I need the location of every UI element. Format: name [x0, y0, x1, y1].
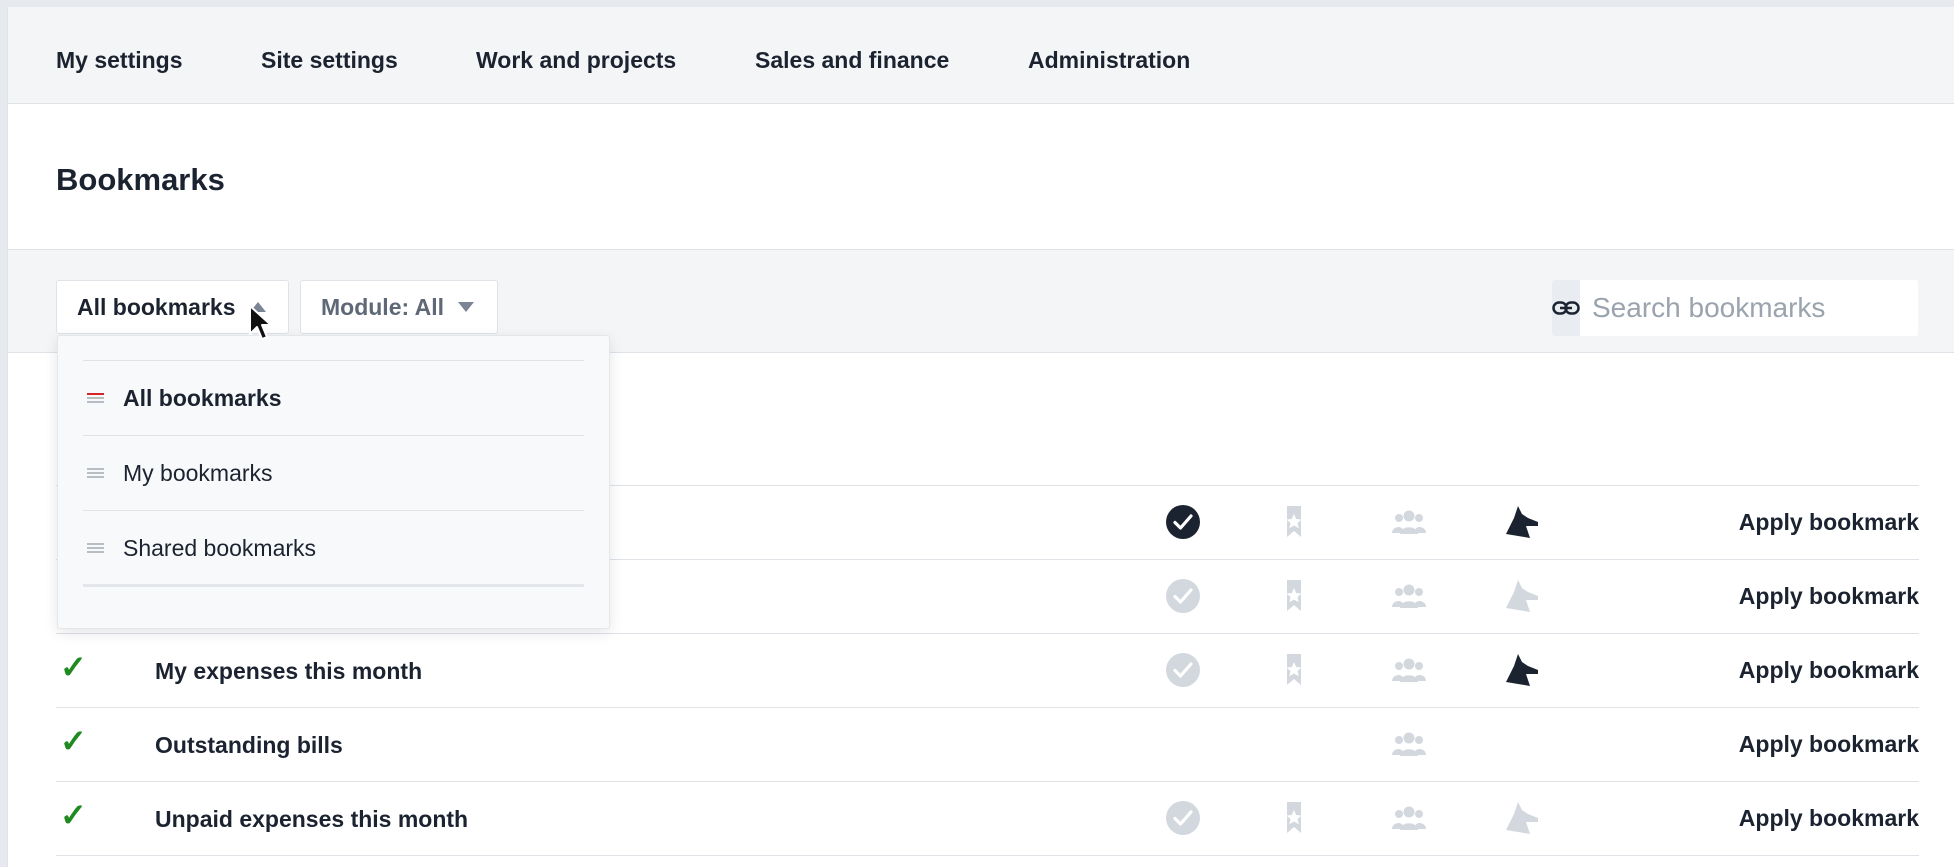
bookmark-name[interactable]: Unpaid expenses this month: [155, 806, 468, 833]
apply-bookmark-button[interactable]: Apply bookmark: [1739, 805, 1919, 832]
bookmark-star-icon[interactable]: [1276, 504, 1312, 540]
group-icon[interactable]: [1391, 652, 1427, 688]
bookmark-star-icon[interactable]: [1276, 800, 1312, 836]
nav-item-sales-and-finance[interactable]: Sales and finance: [755, 47, 949, 74]
nav-item-site-settings[interactable]: Site settings: [261, 47, 398, 74]
list-icon: [87, 466, 104, 480]
group-icon[interactable]: [1391, 578, 1427, 614]
check-circle-icon[interactable]: [1165, 504, 1201, 540]
apply-bookmark-button[interactable]: Apply bookmark: [1739, 657, 1919, 684]
check-mark-icon: ✓: [60, 797, 87, 833]
page-title: Bookmarks: [56, 162, 225, 197]
table-row: ✓ Outstanding bills Apply bookmark: [56, 707, 1919, 781]
nav-item-administration[interactable]: Administration: [1028, 47, 1190, 74]
bookmark-star-icon[interactable]: [1276, 578, 1312, 614]
table-row: ✓ Unpaid expenses this month Apply bookm…: [56, 781, 1919, 856]
apply-bookmark-button[interactable]: Apply bookmark: [1739, 583, 1919, 610]
check-circle-icon[interactable]: [1165, 578, 1201, 614]
caret-down-icon: [458, 302, 475, 312]
check-mark-icon: ✓: [60, 649, 87, 685]
nav-item-my-settings[interactable]: My settings: [56, 47, 183, 74]
group-icon[interactable]: [1391, 504, 1427, 540]
group-icon[interactable]: [1391, 726, 1427, 762]
link-button[interactable]: [1552, 280, 1580, 336]
bookmark-name[interactable]: My expenses this month: [155, 658, 422, 685]
dog-icon[interactable]: [1504, 504, 1540, 540]
bookmark-filter-label: All bookmarks: [77, 293, 236, 320]
apply-bookmark-button[interactable]: Apply bookmark: [1739, 509, 1919, 536]
search-input[interactable]: [1580, 280, 1918, 336]
dropdown-option-label: My bookmarks: [123, 459, 273, 486]
group-icon[interactable]: [1391, 800, 1427, 836]
dog-icon[interactable]: [1504, 800, 1540, 836]
module-filter-button[interactable]: Module: All: [300, 280, 498, 334]
top-navigation: My settings Site settings Work and proje…: [8, 7, 1954, 104]
bookmark-filter-dropdown: All bookmarks My bookmarks Shared bookma…: [57, 335, 610, 629]
mouse-pointer-icon: [249, 305, 272, 340]
module-filter-label: Module: All: [321, 293, 445, 320]
list-selected-icon: [87, 391, 104, 405]
bookmark-name[interactable]: Outstanding bills: [155, 732, 343, 759]
dropdown-divider: [83, 584, 584, 587]
dog-icon[interactable]: [1504, 652, 1540, 688]
apply-bookmark-button[interactable]: Apply bookmark: [1739, 731, 1919, 758]
dog-icon[interactable]: [1504, 578, 1540, 614]
check-circle-icon[interactable]: [1165, 800, 1201, 836]
nav-item-work-and-projects[interactable]: Work and projects: [476, 47, 676, 74]
dropdown-option-shared-bookmarks[interactable]: Shared bookmarks: [83, 511, 584, 585]
dropdown-option-all-bookmarks[interactable]: All bookmarks: [83, 361, 584, 435]
app-frame: My settings Site settings Work and proje…: [7, 7, 1954, 867]
table-row: ✓ My expenses this month Apply bookmark: [56, 633, 1919, 707]
list-icon: [87, 541, 104, 555]
dropdown-option-label: Shared bookmarks: [123, 534, 317, 561]
search-box: [1552, 280, 1918, 336]
dropdown-option-label: All bookmarks: [123, 384, 282, 411]
dropdown-option-my-bookmarks[interactable]: My bookmarks: [83, 436, 584, 510]
check-mark-icon: ✓: [60, 723, 87, 759]
link-icon: [1552, 301, 1580, 315]
bookmark-star-icon[interactable]: [1276, 652, 1312, 688]
check-circle-icon[interactable]: [1165, 652, 1201, 688]
